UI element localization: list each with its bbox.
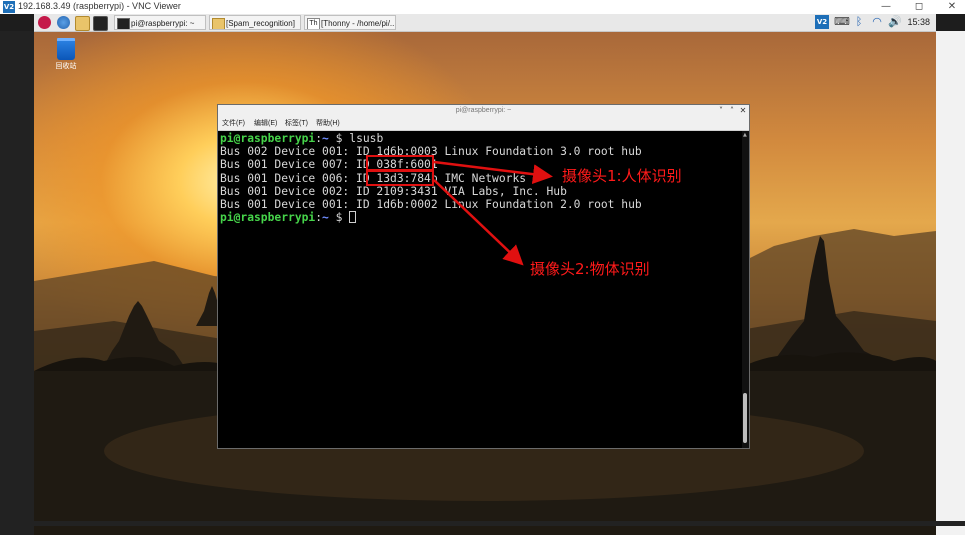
text-cursor	[349, 211, 357, 224]
scroll-up-icon[interactable]: ▲	[743, 132, 747, 138]
taskbar-item-spam-recognition[interactable]: [Spam_recognition]	[209, 15, 301, 30]
terminal-menu-bar: 文件(F) 编辑(E) 标签(T) 帮助(H)	[218, 117, 749, 131]
menu-help[interactable]: 帮助(H)	[316, 118, 340, 129]
viewer-left-margin	[0, 31, 34, 535]
prompt-path: ~	[322, 132, 329, 145]
terminal-launcher-icon[interactable]	[93, 16, 108, 31]
prompt-user: pi@raspberrypi	[220, 132, 316, 145]
terminal-maximize-icon[interactable]: ˄	[727, 105, 737, 117]
prompt-symbol: $	[335, 211, 343, 225]
folder-icon	[212, 18, 225, 29]
vnc-window-title: 192.168.3.49 (raspberrypi) - VNC Viewer	[18, 1, 181, 11]
annotation-camera2: 摄像头2:物体识别	[530, 260, 650, 278]
terminal-close-icon[interactable]: ✕	[738, 105, 748, 117]
terminal-title-bar[interactable]: pi@raspberrypi: ~ ˅ ˄ ✕	[218, 105, 749, 117]
prompt-user: pi@raspberrypi	[220, 211, 316, 225]
output-line: Bus 001 Device 001: ID 1d6b:0002 Linux F…	[220, 198, 642, 212]
viewer-bottom-margin	[0, 521, 965, 526]
vnc-logo-icon: V2	[3, 1, 15, 13]
menu-tabs[interactable]: 标签(T)	[285, 118, 308, 129]
close-button[interactable]: ✕	[943, 0, 961, 14]
taskbar-item-thonny[interactable]: Th [Thonny - /home/pi/...	[304, 15, 396, 30]
highlight-box-camera1	[366, 155, 434, 171]
minimize-button[interactable]: —	[877, 0, 895, 14]
viewer-right-margin	[936, 31, 965, 535]
clock: 15:38	[907, 17, 930, 27]
bluetooth-icon[interactable]: ᛒ	[852, 15, 866, 29]
highlight-box-camera2	[366, 170, 434, 186]
command-text: lsusb	[349, 132, 384, 145]
thonny-icon: Th	[307, 18, 320, 29]
maximize-button[interactable]: ◻	[910, 0, 928, 14]
menu-edit[interactable]: 编辑(E)	[254, 118, 277, 129]
prompt-line: pi@raspberrypi:~ $	[220, 211, 740, 224]
terminal-icon	[117, 18, 130, 29]
prompt-path: ~	[322, 211, 329, 225]
file-manager-icon[interactable]	[75, 16, 90, 31]
menu-file[interactable]: 文件(F)	[222, 118, 245, 129]
taskbar-item-terminal[interactable]: pi@raspberrypi: ~	[114, 15, 206, 30]
browser-icon[interactable]	[57, 16, 70, 29]
trash-label: 回收站	[55, 63, 77, 70]
terminal-minimize-icon[interactable]: ˅	[716, 105, 726, 117]
scrollbar-thumb[interactable]	[743, 393, 747, 443]
command-line: pi@raspberrypi:~ $ lsusb	[220, 132, 384, 145]
terminal-window[interactable]: pi@raspberrypi: ~ ˅ ˄ ✕ 文件(F) 编辑(E) 标签(T…	[217, 104, 750, 449]
output-line: Bus 002 Device 001: ID 1d6b:0003 Linux F…	[220, 145, 642, 159]
volume-icon[interactable]: 🔊	[888, 15, 902, 29]
terminal-title: pi@raspberrypi: ~	[455, 107, 512, 114]
vnc-title-bar: V2 192.168.3.49 (raspberrypi) - VNC View…	[0, 0, 965, 14]
prompt-symbol: $	[335, 132, 343, 145]
trash-desktop-icon[interactable]: 回收站	[53, 38, 79, 71]
keyboard-icon[interactable]: ⌨	[834, 15, 850, 29]
raspberry-menu-icon[interactable]	[38, 16, 51, 29]
annotation-camera1: 摄像头1:人体识别	[562, 167, 682, 185]
trash-icon	[57, 38, 75, 60]
output-line: Bus 001 Device 002: ID 2109:3431 VIA Lab…	[220, 184, 567, 198]
taskbar: pi@raspberrypi: ~ [Spam_recognition] Th …	[34, 14, 936, 32]
vnc-tray-icon[interactable]: V2	[815, 15, 829, 29]
wifi-icon[interactable]: ◠	[870, 15, 884, 29]
terminal-scrollbar[interactable]: ▲	[742, 131, 749, 448]
